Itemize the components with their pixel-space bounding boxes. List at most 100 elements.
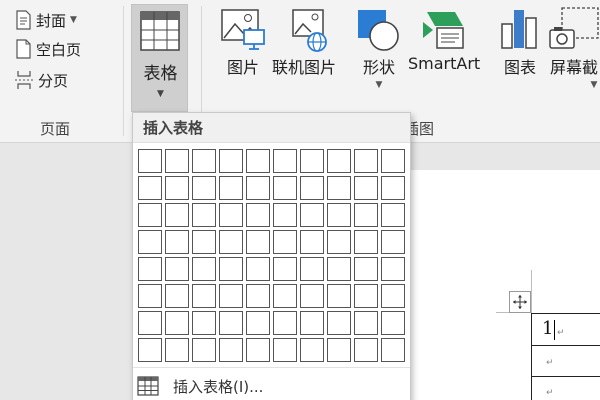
grid-cell[interactable] xyxy=(381,149,405,173)
grid-cell[interactable] xyxy=(219,203,243,227)
grid-cell[interactable] xyxy=(219,311,243,335)
grid-cell[interactable] xyxy=(165,176,189,200)
pictures-button[interactable]: 图片 xyxy=(220,6,266,78)
grid-cell[interactable] xyxy=(219,176,243,200)
grid-cell[interactable] xyxy=(327,230,351,254)
grid-cell[interactable] xyxy=(138,176,162,200)
online-pictures-label: 联机图片 xyxy=(272,58,337,77)
table-size-grid[interactable] xyxy=(138,149,405,362)
picture-icon xyxy=(221,9,265,50)
grid-cell[interactable] xyxy=(327,149,351,173)
grid-cell[interactable] xyxy=(165,311,189,335)
grid-cell[interactable] xyxy=(327,203,351,227)
grid-cell[interactable] xyxy=(273,149,297,173)
cover-page-button[interactable]: 封面 ▼ xyxy=(14,8,77,32)
grid-cell[interactable] xyxy=(354,284,378,308)
grid-cell[interactable] xyxy=(138,311,162,335)
paragraph-mark: ↵ xyxy=(546,388,554,398)
grid-cell[interactable] xyxy=(165,338,189,362)
grid-cell[interactable] xyxy=(300,203,324,227)
grid-cell[interactable] xyxy=(381,311,405,335)
table-move-handle[interactable] xyxy=(509,291,531,313)
grid-cell[interactable] xyxy=(219,284,243,308)
grid-cell[interactable] xyxy=(273,284,297,308)
grid-cell[interactable] xyxy=(327,338,351,362)
grid-cell[interactable] xyxy=(381,338,405,362)
grid-cell[interactable] xyxy=(165,230,189,254)
grid-cell[interactable] xyxy=(246,284,270,308)
grid-cell[interactable] xyxy=(381,284,405,308)
grid-cell[interactable] xyxy=(354,149,378,173)
grid-cell[interactable] xyxy=(300,284,324,308)
grid-cell[interactable] xyxy=(300,149,324,173)
grid-cell[interactable] xyxy=(300,257,324,281)
grid-cell[interactable] xyxy=(165,149,189,173)
smartart-button[interactable]: SmartArt xyxy=(408,6,480,73)
pictures-label: 图片 xyxy=(226,58,259,77)
table-button[interactable]: 表格 ▼ xyxy=(131,4,188,112)
grid-cell[interactable] xyxy=(138,230,162,254)
grid-cell[interactable] xyxy=(192,284,216,308)
grid-cell[interactable] xyxy=(165,203,189,227)
grid-cell[interactable] xyxy=(273,338,297,362)
grid-cell[interactable] xyxy=(192,257,216,281)
grid-cell[interactable] xyxy=(192,149,216,173)
text-cursor xyxy=(554,320,555,340)
grid-cell[interactable] xyxy=(219,257,243,281)
grid-cell[interactable] xyxy=(354,257,378,281)
insert-table-menu-item[interactable]: 插入表格(I)... xyxy=(137,373,263,399)
grid-cell[interactable] xyxy=(246,149,270,173)
grid-cell[interactable] xyxy=(381,257,405,281)
shapes-button[interactable]: 形状 ▼ xyxy=(356,6,402,90)
grid-cell[interactable] xyxy=(327,176,351,200)
grid-cell[interactable] xyxy=(300,176,324,200)
grid-cell[interactable] xyxy=(192,230,216,254)
grid-cell[interactable] xyxy=(327,257,351,281)
grid-cell[interactable] xyxy=(273,176,297,200)
grid-cell[interactable] xyxy=(273,203,297,227)
table-border xyxy=(531,345,600,346)
grid-cell[interactable] xyxy=(354,338,378,362)
page-break-button[interactable]: 分页 xyxy=(14,68,68,92)
grid-cell[interactable] xyxy=(138,257,162,281)
grid-cell[interactable] xyxy=(300,311,324,335)
grid-cell[interactable] xyxy=(354,230,378,254)
grid-cell[interactable] xyxy=(165,284,189,308)
grid-cell[interactable] xyxy=(246,311,270,335)
grid-cell[interactable] xyxy=(219,338,243,362)
grid-cell[interactable] xyxy=(138,149,162,173)
grid-cell[interactable] xyxy=(219,149,243,173)
grid-cell[interactable] xyxy=(138,203,162,227)
grid-cell[interactable] xyxy=(246,203,270,227)
screenshot-button[interactable]: 屏幕截 ▼ xyxy=(548,6,600,90)
chart-button[interactable]: 图表 xyxy=(500,6,540,78)
grid-cell[interactable] xyxy=(138,284,162,308)
grid-cell[interactable] xyxy=(327,284,351,308)
grid-cell[interactable] xyxy=(354,311,378,335)
grid-cell[interactable] xyxy=(273,311,297,335)
grid-cell[interactable] xyxy=(300,338,324,362)
grid-cell[interactable] xyxy=(273,257,297,281)
grid-cell[interactable] xyxy=(219,230,243,254)
grid-cell[interactable] xyxy=(381,230,405,254)
online-pictures-button[interactable]: 联机图片 xyxy=(272,6,336,78)
grid-cell[interactable] xyxy=(327,311,351,335)
grid-cell[interactable] xyxy=(381,176,405,200)
grid-cell[interactable] xyxy=(354,203,378,227)
grid-cell[interactable] xyxy=(246,338,270,362)
grid-cell[interactable] xyxy=(192,176,216,200)
grid-cell[interactable] xyxy=(246,176,270,200)
grid-cell[interactable] xyxy=(138,338,162,362)
grid-cell[interactable] xyxy=(246,230,270,254)
grid-cell[interactable] xyxy=(354,176,378,200)
grid-cell[interactable] xyxy=(165,257,189,281)
grid-cell[interactable] xyxy=(300,230,324,254)
grid-cell[interactable] xyxy=(381,203,405,227)
blank-page-button[interactable]: 空白页 xyxy=(14,37,81,61)
grid-cell[interactable] xyxy=(192,338,216,362)
grid-cell[interactable] xyxy=(246,257,270,281)
grid-cell[interactable] xyxy=(192,311,216,335)
grid-cell[interactable] xyxy=(273,230,297,254)
table-cell-text[interactable]: 1 xyxy=(542,318,553,339)
grid-cell[interactable] xyxy=(192,203,216,227)
